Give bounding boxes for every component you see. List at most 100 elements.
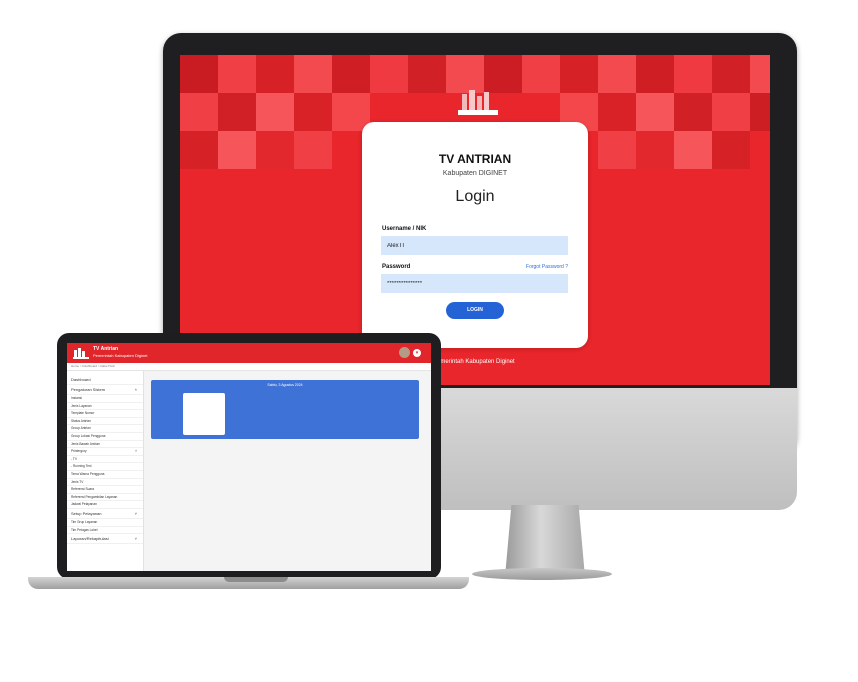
bg-tile: [218, 93, 256, 131]
sidebar-item[interactable]: Referensi Pengambilan Layanan: [67, 494, 143, 502]
sidebar-item-label: Referensi Pengambilan Layanan: [71, 494, 118, 499]
sidebar-item[interactable]: Instansi: [67, 395, 143, 403]
sidebar-item-label: Setup Pelayanan: [71, 511, 102, 516]
bg-tile: [180, 131, 218, 169]
sidebar-item-label: Laporan/Rekapitulasi: [71, 536, 109, 542]
sidebar-item-label: Instansi: [71, 396, 82, 400]
password-label: Password: [382, 264, 411, 270]
sidebar-item-label: Jenis TV: [71, 479, 84, 484]
sidebar-item[interactable]: Tim Petugas Loket: [67, 527, 143, 535]
sidebar-item-label: Tim Petugas Loket: [71, 527, 98, 532]
laptop-screen: TV Antrian Pemerintah Kabupaten Diginet …: [67, 343, 431, 571]
breadcrumb-text[interactable]: Home > Dashboard > Data Prodi: [71, 364, 115, 368]
sidebar-item-label: Dashboard: [71, 377, 91, 382]
password-input[interactable]: [381, 274, 568, 293]
sidebar-item[interactable]: Jenis TV: [67, 479, 143, 487]
login-card: TV ANTRIAN Kabupaten DIGINET Login Usern…: [362, 122, 588, 348]
bg-tile: [408, 55, 446, 93]
bg-tile: [636, 93, 674, 131]
bg-tile: [294, 55, 332, 93]
username-label: Username / NIK: [382, 226, 427, 232]
monitor-stand-foot: [472, 568, 612, 580]
header-title: TV Antrian: [93, 346, 119, 352]
avatar[interactable]: [399, 347, 410, 358]
banner-card: [183, 393, 225, 435]
chevron-down-icon[interactable]: ▾: [413, 349, 421, 357]
sidebar-item-label: - TV: [71, 456, 77, 461]
app-subtitle: Kabupaten DIGINET: [442, 170, 508, 177]
bg-tile: [712, 93, 750, 131]
city-logo-icon: [458, 90, 498, 115]
bg-tile: [636, 131, 674, 169]
sidebar-item[interactable]: Tim Grup Layanan: [67, 519, 143, 527]
bg-tile: [370, 55, 408, 93]
monitor-stand: [505, 505, 585, 577]
sidebar-item-label: Pengaturan Sistem: [71, 387, 106, 392]
chevron-down-icon[interactable]: ˅: [135, 534, 137, 544]
sidebar-item[interactable]: Jenis Bawah Antrian: [67, 441, 143, 449]
sidebar-item-label: Jenis Bawah Antrian: [71, 441, 100, 446]
chevron-down-icon[interactable]: ˅: [135, 509, 137, 519]
breadcrumb: Home > Dashboard > Data Prodi: [67, 363, 431, 371]
sidebar-item[interactable]: Tema Warna Pengguna: [67, 471, 143, 479]
sidebar-item[interactable]: Jenis Layanan: [67, 403, 143, 411]
bg-tile: [256, 131, 294, 169]
bg-tile: [598, 93, 636, 131]
sidebar-item-label: Jadwal Pelayanan: [71, 502, 97, 507]
sidebar-item[interactable]: Group Lokasi Pengguna: [67, 433, 143, 441]
sidebar-item-label: Tim Grup Layanan: [71, 520, 98, 524]
sidebar-item[interactable]: Dashboard: [67, 375, 143, 385]
bg-tile: [522, 55, 560, 93]
sidebar-item[interactable]: Pengaturan Sistem ˄: [67, 385, 143, 395]
bg-tile: [750, 55, 770, 93]
forgot-password-link[interactable]: Forgot Password ?: [526, 264, 568, 270]
sidebar-item-label: Jenis Layanan: [71, 403, 92, 408]
app-title: TV ANTRIAN: [438, 152, 512, 166]
sidebar-item[interactable]: Jadwal Pelayanan: [67, 501, 143, 509]
bg-tile: [598, 131, 636, 169]
sidebar-item[interactable]: Template Nomor: [67, 410, 143, 418]
login-heading: Login: [455, 188, 495, 205]
sidebar-item-label: - Running Text: [71, 464, 92, 469]
sidebar-item-label: Referensi Suara: [71, 487, 95, 492]
chevron-up-icon[interactable]: ˄: [135, 385, 137, 395]
bg-tile: [294, 131, 332, 169]
app-header: TV Antrian Pemerintah Kabupaten Diginet …: [67, 343, 431, 363]
banner-date: Sabtu, 3 Agustus 2024: [267, 383, 303, 387]
bg-tile: [332, 55, 370, 93]
sidebar-item-label: Group Antrian: [71, 426, 91, 431]
username-input[interactable]: [381, 236, 568, 255]
bg-tile: [674, 93, 712, 131]
bg-tile: [750, 93, 770, 131]
header-subtitle: Pemerintah Kabupaten Diginet: [93, 353, 148, 358]
bg-tile: [294, 93, 332, 131]
sidebar-item[interactable]: - Running Text: [67, 463, 143, 471]
sidebar-item[interactable]: Setup Pelayanan ˅: [67, 509, 143, 519]
bg-tile: [674, 55, 712, 93]
bg-tile: [674, 131, 712, 169]
bg-tile: [180, 93, 218, 131]
app-logo-icon: [73, 348, 89, 359]
bg-tile: [560, 55, 598, 93]
bg-tile: [636, 55, 674, 93]
bg-tile: [256, 93, 294, 131]
sidebar-item-label: Template Nomor: [71, 411, 95, 416]
login-button[interactable]: LOGIN: [446, 302, 504, 319]
sidebar-item[interactable]: Group Antrian: [67, 425, 143, 433]
sidebar-item-label: Status Antrian: [71, 418, 91, 423]
sidebar-item[interactable]: Laporan/Rekapitulasi ˅: [67, 534, 143, 545]
sidebar-item[interactable]: Printergory ˄: [67, 448, 143, 456]
sidebar-item-label: Tema Warna Pengguna: [71, 472, 105, 476]
sidebar-item[interactable]: - TV: [67, 456, 143, 464]
chevron-up-icon[interactable]: ˄: [135, 448, 137, 456]
bg-tile: [256, 55, 294, 93]
sidebar-item[interactable]: Status Antrian: [67, 418, 143, 426]
sidebar-item[interactable]: Referensi Suara: [67, 486, 143, 494]
bg-tile: [218, 131, 256, 169]
bg-tile: [712, 131, 750, 169]
monitor-footer-text: Pemerintah Kabupaten Diginet: [433, 359, 515, 365]
sidebar-item-label: Group Lokasi Pengguna: [71, 434, 106, 438]
bg-tile: [180, 55, 218, 93]
bg-tile: [712, 55, 750, 93]
laptop-notch: [224, 577, 288, 582]
